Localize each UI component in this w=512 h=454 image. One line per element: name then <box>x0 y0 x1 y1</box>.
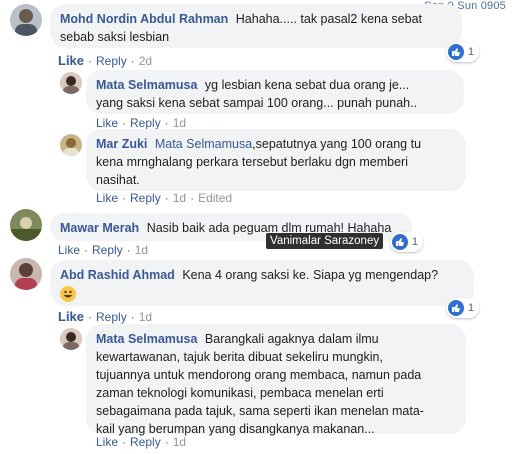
grinning-emoji-icon <box>60 285 76 302</box>
edited-label[interactable]: Edited <box>198 191 232 205</box>
reply-link[interactable]: Reply <box>130 116 161 130</box>
like-link[interactable]: Like <box>96 116 118 130</box>
comment-text: tujuannya untuk mendorong orang membaca,… <box>96 368 422 382</box>
comment-actions: Like · Reply · 1d <box>58 243 149 257</box>
comment-actions: Like · Reply · 2d <box>58 53 153 68</box>
reply-link[interactable]: Reply <box>92 243 123 257</box>
comment-text: yang saksi kena sebat sampai 100 orang..… <box>96 96 418 110</box>
comment-actions: Like · Reply · 1d <box>96 435 187 449</box>
like-link[interactable]: Like <box>96 435 118 449</box>
like-link[interactable]: Like <box>58 309 84 324</box>
mention-link[interactable]: Mata Selmamusa <box>155 137 252 151</box>
comment-text: kewartawanan, tajuk berita dibuat sekeli… <box>96 350 383 364</box>
like-icon <box>448 300 464 316</box>
reaction-count[interactable]: 1 <box>446 298 480 318</box>
comment-text: sebab saksi lesbian <box>60 30 170 44</box>
reaction-count[interactable]: 1 <box>446 42 480 62</box>
comment-time[interactable]: 1d <box>173 191 186 205</box>
avatar[interactable] <box>60 72 82 94</box>
like-icon <box>392 234 408 250</box>
comment-text: Kena 4 orang saksi ke. Siapa yg mengenda… <box>182 268 439 282</box>
avatar[interactable] <box>10 4 42 36</box>
comment-text: ,sepatutnya yang 100 orang tu <box>252 137 422 151</box>
comment-time[interactable]: 1d <box>135 243 148 257</box>
comment-text: kail yang berumpan yang disangkanya maka… <box>96 422 375 436</box>
avatar[interactable] <box>60 328 82 350</box>
comment-time[interactable]: 1d <box>173 116 186 130</box>
comment-time[interactable]: 1d <box>173 435 186 449</box>
commenter-name[interactable]: Mohd Nordin Abdul Rahman <box>60 12 228 26</box>
reply-link[interactable]: Reply <box>130 435 161 449</box>
commenter-name[interactable]: Mawar Merah <box>60 221 139 235</box>
comment-bubble: Mohd Nordin Abdul Rahman Hahaha..... tak… <box>50 4 462 48</box>
comment-actions: Like · Reply · 1d <box>58 309 153 324</box>
like-link[interactable]: Like <box>58 243 80 257</box>
comment-bubble: Mata Selmamusa Barangkali agaknya dalam … <box>86 324 466 436</box>
comment-text: kena mrnghalang perkara tersebut berlaku… <box>96 155 408 169</box>
avatar[interactable] <box>10 209 42 241</box>
reaction-tooltip: Vanimalar Sarazoney <box>266 233 384 249</box>
reply-link[interactable]: Reply <box>96 310 127 324</box>
avatar[interactable] <box>60 134 82 156</box>
reaction-count[interactable]: 1 <box>390 232 424 252</box>
comment-time[interactable]: 2d <box>139 54 152 68</box>
commenter-name[interactable]: Mata Selmamusa <box>96 78 197 92</box>
comment-actions: Like · Reply · 1d <box>96 116 187 130</box>
commenter-name[interactable]: Abd Rashid Ahmad <box>60 268 175 282</box>
comment-actions: Like · Reply · 1d · Edited <box>96 191 233 205</box>
reply-link[interactable]: Reply <box>96 54 127 68</box>
comment-text: Barangkali agaknya dalam ilmu <box>204 332 379 346</box>
like-link[interactable]: Like <box>58 53 84 68</box>
avatar[interactable] <box>10 258 42 290</box>
comment-text: yg lesbian kena sebat dua orang je... <box>204 78 410 92</box>
like-icon <box>448 44 464 60</box>
comment-bubble: Mar Zuki Mata Selmamusa,sepatutnya yang … <box>86 129 466 191</box>
comment-time[interactable]: 1d <box>139 310 152 324</box>
comment-text: sebagaimana pada tajuk, sama seperti ika… <box>96 404 424 418</box>
commenter-name[interactable]: Mar Zuki <box>96 137 147 151</box>
comment-text: nasihat. <box>96 173 140 187</box>
comment-bubble: Mata Selmamusa yg lesbian kena sebat dua… <box>86 70 464 114</box>
like-link[interactable]: Like <box>96 191 118 205</box>
reply-link[interactable]: Reply <box>130 191 161 205</box>
comment-text: zaman teknologi komunikasi, pembaca mene… <box>96 386 384 400</box>
commenter-name[interactable]: Mata Selmamusa <box>96 332 197 346</box>
comment-bubble: Abd Rashid Ahmad Kena 4 orang saksi ke. … <box>50 260 474 306</box>
comment-text: Hahaha..... tak pasal2 kena sebat <box>235 12 423 26</box>
